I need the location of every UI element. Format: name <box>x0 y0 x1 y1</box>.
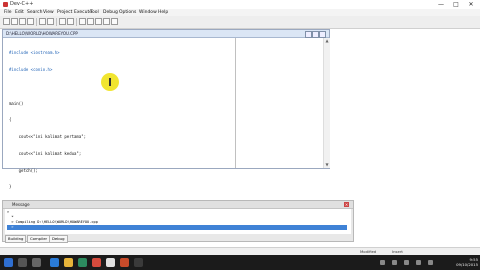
toolbar-divider <box>56 18 57 26</box>
save-all-icon[interactable] <box>27 18 34 25</box>
save-icon[interactable] <box>19 18 26 25</box>
message-list[interactable]: > * > Compiling D:\HELLO\WORLD\HOWAREYOU… <box>5 209 351 234</box>
menu-debug[interactable]: Debug <box>103 10 118 15</box>
message-pane-title-bar: Message × <box>3 201 353 209</box>
network-icon[interactable] <box>392 260 397 265</box>
system-clock[interactable]: 9:55 09/10/2015 <box>452 257 478 267</box>
text-cursor-icon <box>109 78 111 86</box>
tab-compiler[interactable]: Compiler <box>27 235 51 243</box>
status-insert-mode: Insert <box>392 249 403 254</box>
search-icon[interactable] <box>18 258 27 267</box>
edge-browser-icon[interactable] <box>50 258 59 267</box>
message-pane-close-icon[interactable]: × <box>344 202 349 207</box>
title-bar: Dev-C++ — □ ✕ <box>0 0 480 9</box>
clock-date: 09/10/2015 <box>456 262 478 267</box>
taskbar: 9:55 09/10/2015 <box>0 255 480 270</box>
editor-minimize-button[interactable] <box>305 31 312 38</box>
menu-options[interactable]: Options <box>119 10 136 15</box>
tab-debug[interactable]: Debug <box>49 235 68 243</box>
code-line: cout<<"ini kalimat pertama"; <box>9 134 87 140</box>
find-icon[interactable] <box>59 18 66 25</box>
window-title: Dev-C++ <box>10 1 34 7</box>
menu-bar: File Edit Search View Project Execute To… <box>0 9 480 16</box>
start-button-icon[interactable] <box>4 258 13 267</box>
editor-vertical-scrollbar[interactable]: ▲ ▼ <box>323 38 330 168</box>
volume-icon[interactable] <box>404 260 409 265</box>
status-modified: Modified <box>360 249 377 254</box>
code-line: getch(); <box>9 167 38 173</box>
menu-help[interactable]: Help <box>158 10 168 15</box>
message-tabs: Building Compiler Debug <box>5 235 351 243</box>
minimize-button[interactable]: — <box>434 1 448 8</box>
chrome-icon[interactable] <box>106 258 115 267</box>
maximize-button[interactable]: □ <box>449 1 463 8</box>
toolbar <box>0 16 480 29</box>
menu-search[interactable]: Search <box>27 10 42 15</box>
rebuild-icon[interactable] <box>103 18 110 25</box>
menu-tool[interactable]: Tool <box>90 10 99 15</box>
scroll-up-icon[interactable]: ▲ <box>324 38 330 44</box>
app-icon[interactable] <box>92 258 101 267</box>
task-view-icon[interactable] <box>32 258 41 267</box>
toolbar-divider <box>36 18 37 26</box>
menu-project[interactable]: Project <box>57 10 72 15</box>
toolbar-divider <box>76 18 77 26</box>
menu-edit[interactable]: Edit <box>15 10 24 15</box>
compile-icon[interactable] <box>79 18 86 25</box>
message-pane: Message × > * > Compiling D:\HELLO\WORLD… <box>2 200 354 243</box>
menu-view[interactable]: View <box>43 10 54 15</box>
scroll-down-icon[interactable]: ▼ <box>324 162 330 168</box>
editor-margin-line <box>235 38 236 168</box>
run-icon[interactable] <box>87 18 94 25</box>
menu-file[interactable]: File <box>4 10 12 15</box>
message-pane-title: Message <box>12 202 30 207</box>
file-explorer-icon[interactable] <box>64 258 73 267</box>
code-area[interactable]: #include <iostream.h> #include <conio.h>… <box>9 39 229 201</box>
message-line-selected[interactable]: > <box>7 225 347 230</box>
editor-title-bar: D:\HELLO\WORLD\HOWAREYOU.CPP <box>3 30 329 38</box>
dev-cpp-taskbar-icon[interactable] <box>120 258 129 267</box>
editor-file-path: D:\HELLO\WORLD\HOWAREYOU.CPP <box>6 31 78 36</box>
close-button[interactable]: ✕ <box>464 1 478 8</box>
status-bar: Modified Insert <box>0 247 480 255</box>
redo-icon[interactable] <box>47 18 54 25</box>
open-file-icon[interactable] <box>11 18 18 25</box>
battery-icon[interactable] <box>416 260 421 265</box>
console-icon[interactable] <box>134 258 143 267</box>
debug-icon[interactable] <box>111 18 118 25</box>
menu-window[interactable]: Window <box>139 10 157 15</box>
code-line: #include <iostream.h> <box>9 50 60 56</box>
new-file-icon[interactable] <box>3 18 10 25</box>
store-icon[interactable] <box>78 258 87 267</box>
tab-building[interactable]: Building <box>5 235 27 243</box>
notification-icon[interactable] <box>428 260 433 265</box>
code-line: main() <box>9 100 24 106</box>
code-line: { <box>9 117 12 123</box>
tray-arrow-icon[interactable] <box>380 260 385 265</box>
undo-icon[interactable] <box>39 18 46 25</box>
replace-icon[interactable] <box>67 18 74 25</box>
code-line: } <box>9 184 12 190</box>
editor-window: D:\HELLO\WORLD\HOWAREYOU.CPP #include <i… <box>2 29 330 189</box>
compile-run-icon[interactable] <box>95 18 102 25</box>
code-line: #include <conio.h> <box>9 66 53 72</box>
app-icon <box>3 2 8 7</box>
editor-close-button[interactable] <box>319 31 326 38</box>
code-line: cout<<"ini kalimat kedua"; <box>9 150 82 156</box>
editor-maximize-button[interactable] <box>312 31 319 38</box>
